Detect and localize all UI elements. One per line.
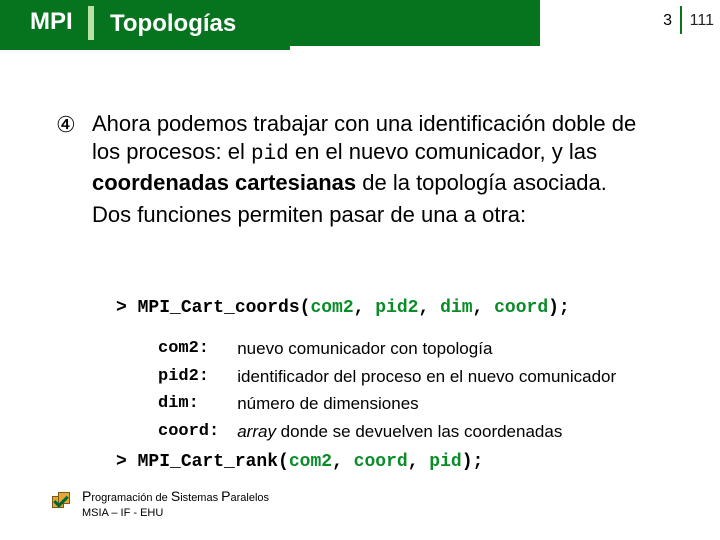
param-key: com2: xyxy=(158,336,235,362)
param-val: identificador del proceso en el nuevo co… xyxy=(237,364,616,390)
slide: MPI Topologías 3 111 ④ Ahora podemos tra… xyxy=(0,0,720,540)
footer-l1-p4: P xyxy=(221,488,230,504)
code-line-2: > MPI_Cart_rank(com2, coord, pid); xyxy=(116,452,483,472)
page-divider xyxy=(680,6,682,34)
footer-l1-p5: aralelos xyxy=(231,492,270,504)
footer-l1-p2: S xyxy=(171,488,180,504)
param-val: número de dimensiones xyxy=(237,391,616,417)
code1-arg1: com2 xyxy=(310,298,353,318)
code1-sep1: , xyxy=(354,298,376,318)
header-title: Topologías xyxy=(110,10,236,38)
header-mpi-label: MPI xyxy=(30,8,73,36)
bullet-number-icon: ④ xyxy=(56,112,76,138)
param-row: pid2: identificador del proceso en el nu… xyxy=(158,364,616,390)
footer-logo-icon xyxy=(52,492,70,510)
code1-arg4: coord xyxy=(494,298,548,318)
body-text: Ahora podemos trabajar con una identific… xyxy=(92,110,670,229)
header-divider xyxy=(88,6,94,40)
code2-close: ); xyxy=(462,452,484,472)
param-row: com2: nuevo comunicador con topología xyxy=(158,336,616,362)
param-val: nuevo comunicador con topología xyxy=(237,336,616,362)
footer-line2: MSIA – IF - EHU xyxy=(82,506,269,520)
param-key: pid2: xyxy=(158,364,235,390)
paragraph-1-bold: coordenadas cartesianas xyxy=(92,170,356,195)
footer-line1: Programación de Sistemas Paralelos xyxy=(82,487,269,505)
code2-sep2: , xyxy=(408,452,430,472)
code2-sep1: , xyxy=(332,452,354,472)
code1-arg2: pid2 xyxy=(375,298,418,318)
code1-sep2: , xyxy=(418,298,440,318)
param-val-rest: donde se devuelven las coordenadas xyxy=(276,422,562,441)
page-current: 3 xyxy=(663,12,672,30)
footer-text: Programación de Sistemas Paralelos MSIA … xyxy=(82,487,269,520)
param-key: coord: xyxy=(158,419,235,445)
code1-caret: > xyxy=(116,298,138,318)
paragraph-1: Ahora podemos trabajar con una identific… xyxy=(92,110,670,197)
code1-arg3: dim xyxy=(440,298,472,318)
page-total: 111 xyxy=(690,12,714,30)
code2-caret: > xyxy=(116,452,138,472)
param-row: coord: array donde se devuelven las coor… xyxy=(158,419,616,445)
param-key: dim: xyxy=(158,391,235,417)
params-table: com2: nuevo comunicador con topología pi… xyxy=(156,334,618,446)
param-row: dim: número de dimensiones xyxy=(158,391,616,417)
paragraph-1-t3: de la topología asociada. xyxy=(356,170,607,195)
footer-l1-p0: P xyxy=(82,488,91,504)
footer-l1-p1: rogramación de xyxy=(91,492,171,504)
code2-arg3: pid xyxy=(429,452,461,472)
code2-arg1: com2 xyxy=(289,452,332,472)
header-strip xyxy=(0,0,540,46)
header-underline xyxy=(0,46,290,50)
param-val-ital: array xyxy=(237,422,276,441)
param-val: array donde se devuelven las coordenadas xyxy=(237,419,616,445)
code2-fn: MPI_Cart_rank( xyxy=(138,452,289,472)
code2-arg2: coord xyxy=(354,452,408,472)
code-line-1: > MPI_Cart_coords(com2, pid2, dim, coord… xyxy=(116,298,570,318)
code1-sep3: , xyxy=(473,298,495,318)
paragraph-2: Dos funciones permiten pasar de una a ot… xyxy=(92,201,670,229)
code1-close: ); xyxy=(548,298,570,318)
paragraph-1-code: pid xyxy=(251,143,289,166)
paragraph-1-t2: en el nuevo comunicador, y las xyxy=(289,139,597,164)
footer-l1-p3: istemas xyxy=(180,492,221,504)
code1-fn: MPI_Cart_coords( xyxy=(138,298,311,318)
